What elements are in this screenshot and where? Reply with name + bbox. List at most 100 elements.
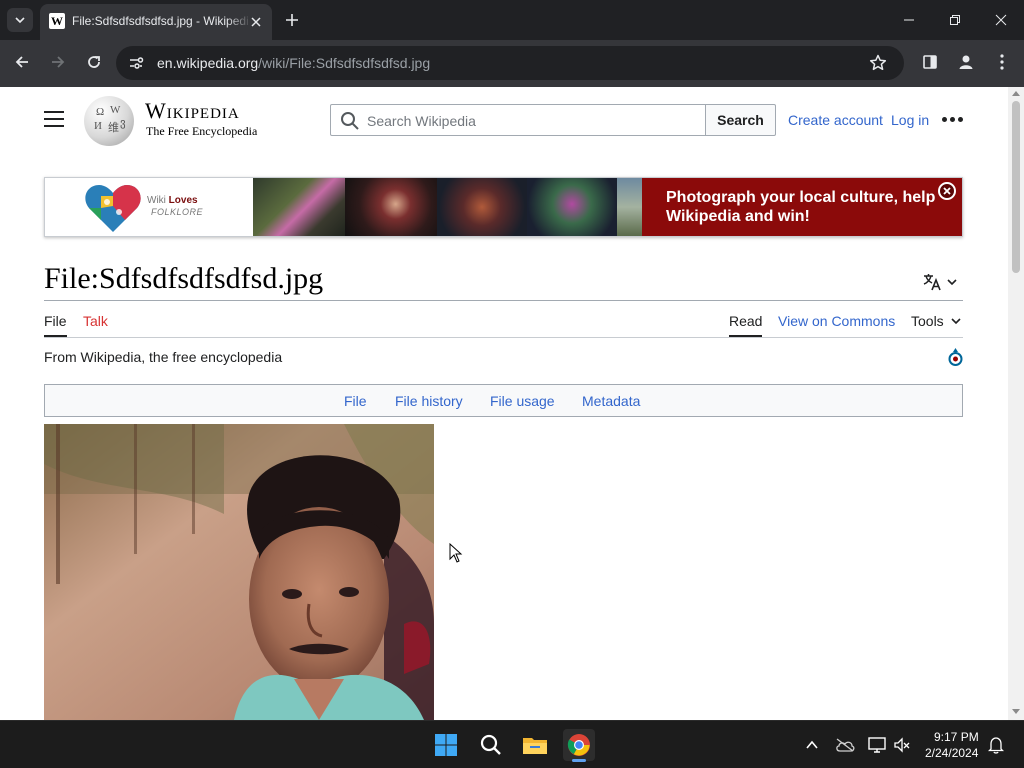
- language-icon: [923, 274, 941, 291]
- scroll-down-icon: [1012, 709, 1020, 714]
- side-panel-button[interactable]: [916, 48, 944, 76]
- page-scrollbar[interactable]: [1008, 87, 1024, 720]
- close-icon: [251, 17, 261, 27]
- clock-date: 2/24/2024: [925, 746, 979, 760]
- tab-view-on-commons[interactable]: View on Commons: [778, 313, 895, 329]
- side-panel-icon: [923, 55, 937, 69]
- site-info-icon: [130, 57, 144, 69]
- restore-icon: [950, 15, 960, 25]
- banner-photo-5: [617, 178, 643, 236]
- wiki-loves-folklore-banner[interactable]: Wiki Loves FOLKLORE Photograph your loca…: [44, 177, 963, 237]
- tab-list-button[interactable]: [7, 8, 33, 32]
- file-nav-file[interactable]: File: [344, 393, 367, 409]
- file-image[interactable]: [44, 424, 434, 720]
- window-close-button[interactable]: [978, 4, 1024, 36]
- create-account-link[interactable]: Create account: [788, 112, 883, 128]
- network-status[interactable]: [864, 729, 890, 761]
- mouse-cursor-icon: [449, 543, 463, 563]
- taskbar-search-icon: [480, 734, 501, 755]
- chevron-down-icon: [947, 279, 957, 286]
- file-explorer-button[interactable]: [519, 729, 551, 761]
- profile-button[interactable]: [952, 48, 980, 76]
- file-nav-metadata[interactable]: Metadata: [582, 393, 640, 409]
- forward-button[interactable]: [44, 48, 72, 76]
- start-button[interactable]: [430, 729, 462, 761]
- address-bar[interactable]: en.wikipedia.org/wiki/File:Sdfsdfsdfsdfs…: [116, 46, 904, 80]
- search-box: [330, 104, 706, 136]
- show-hidden-icons-button[interactable]: [800, 729, 824, 761]
- reload-button[interactable]: [80, 48, 108, 76]
- close-icon: [995, 14, 1007, 26]
- tools-menu-button[interactable]: Tools: [911, 313, 962, 329]
- banner-message: Photograph your local culture, help Wiki…: [666, 189, 936, 225]
- browser-tab[interactable]: W File:Sdfsdfsdfsdfsd.jpg - Wikipedia: [40, 4, 272, 40]
- banner-photo-4: [527, 178, 617, 236]
- hamburger-icon: [44, 111, 64, 127]
- bookmark-button[interactable]: [868, 53, 888, 73]
- kebab-menu-icon: [1000, 54, 1004, 70]
- chrome-taskbar-button[interactable]: [563, 729, 595, 762]
- banner-close-button[interactable]: [938, 182, 956, 200]
- puzzle-heart-logo: [85, 185, 141, 232]
- site-info-button[interactable]: [126, 53, 146, 73]
- tab-talk[interactable]: Talk: [83, 313, 108, 329]
- url-path: /wiki/File:Sdfsdfsdfsdfsd.jpg: [258, 55, 431, 71]
- ellipsis-icon: [942, 116, 963, 122]
- tab-read[interactable]: Read: [729, 313, 762, 329]
- banner-photo-1: [253, 178, 345, 236]
- notification-bell-icon: [988, 737, 1004, 754]
- browser-toolbar: en.wikipedia.org/wiki/File:Sdfsdfsdfsdfs…: [0, 40, 1024, 87]
- banner-photo-3: [437, 178, 527, 236]
- browser-menu-button[interactable]: [988, 48, 1016, 76]
- search-input[interactable]: [367, 111, 687, 131]
- tab-close-button[interactable]: [246, 12, 266, 32]
- banner-logo-area: Wiki Loves FOLKLORE: [45, 178, 253, 236]
- commons-icon[interactable]: [947, 347, 964, 367]
- wikipedia-globe-logo[interactable]: Ω W И 维 ვ: [84, 96, 134, 146]
- volume-mute-icon: [894, 737, 910, 753]
- notifications-button[interactable]: [984, 729, 1008, 761]
- file-explorer-icon: [523, 738, 547, 754]
- tab-title: File:Sdfsdfsdfsdfsd.jpg - Wikipedia: [72, 14, 248, 28]
- language-button[interactable]: [922, 271, 964, 293]
- wikipedia-wordmark[interactable]: Wikipedia: [145, 98, 240, 124]
- back-button[interactable]: [8, 48, 36, 76]
- back-icon: [15, 56, 28, 68]
- url-text: en.wikipedia.org/wiki/File:Sdfsdfsdfsdfs…: [157, 55, 430, 71]
- onedrive-icon: [836, 738, 855, 752]
- personal-tools-menu-button[interactable]: [942, 113, 964, 125]
- search-button[interactable]: Search: [705, 104, 776, 136]
- banner-logo-word-loves: Loves: [168, 195, 198, 206]
- tab-list-icon: [15, 17, 25, 24]
- file-nav-file-usage[interactable]: File usage: [490, 393, 555, 409]
- url-host: en.wikipedia.org: [157, 55, 259, 71]
- title-divider: [44, 300, 963, 301]
- site-subtitle: From Wikipedia, the free encyclopedia: [44, 349, 283, 365]
- main-menu-button[interactable]: [44, 111, 64, 129]
- restore-button[interactable]: [932, 4, 978, 36]
- reload-icon: [88, 56, 100, 68]
- web-page: Ω W И 维 ვ Wikipedia The Free Encyclopedi…: [0, 87, 1008, 720]
- wordmark-text: Wikipedia: [145, 98, 240, 123]
- network-icon: [868, 737, 886, 753]
- clock-time: 9:17 PM: [934, 730, 979, 744]
- minimize-button[interactable]: [886, 4, 932, 36]
- file-nav-file-history[interactable]: File history: [395, 393, 463, 409]
- wikipedia-tagline: The Free Encyclopedia: [146, 124, 258, 138]
- log-in-link[interactable]: Log in: [891, 112, 929, 128]
- tools-label: Tools: [911, 313, 944, 329]
- onedrive-status[interactable]: [832, 729, 858, 761]
- chrome-icon: [567, 734, 590, 756]
- banner-photo-2: [345, 178, 437, 236]
- new-tab-button[interactable]: [280, 8, 304, 32]
- tab-file[interactable]: File: [44, 313, 67, 329]
- volume-status[interactable]: [890, 729, 914, 761]
- scrollbar-thumb[interactable]: [1012, 101, 1020, 273]
- active-app-indicator: [572, 759, 586, 762]
- banner-logo-subtitle: FOLKLORE: [151, 207, 204, 217]
- chevron-up-icon: [806, 740, 818, 749]
- taskbar-search-button[interactable]: [475, 729, 507, 761]
- windows-start-icon: [435, 734, 457, 756]
- file-section-nav: File File history File usage Metadata: [44, 384, 963, 417]
- banner-message-area: Photograph your local culture, help Wiki…: [642, 178, 962, 236]
